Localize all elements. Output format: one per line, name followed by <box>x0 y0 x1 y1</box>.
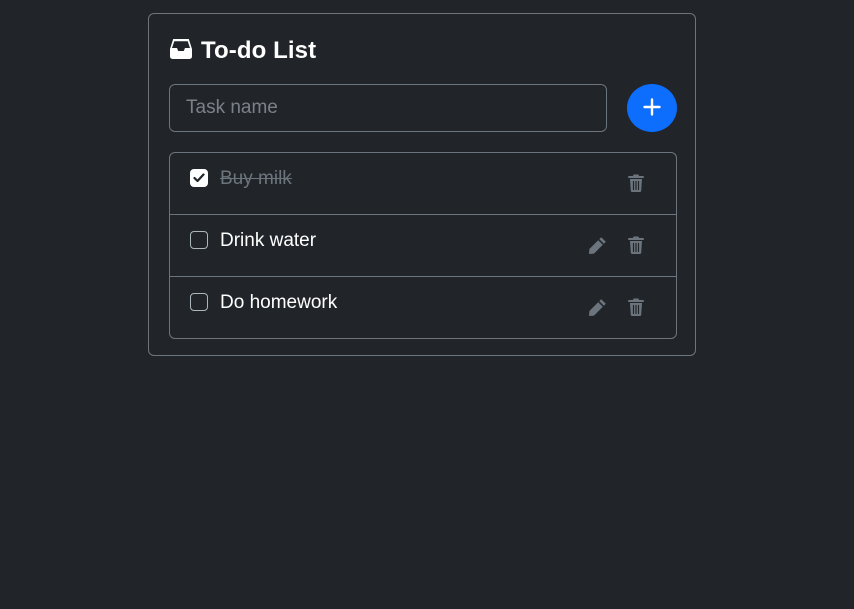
edit-task-button[interactable] <box>586 233 608 257</box>
trash-icon <box>628 298 644 316</box>
pencil-icon <box>588 298 606 316</box>
trash-icon <box>628 236 644 254</box>
task-name-input[interactable] <box>169 84 607 132</box>
delete-task-button[interactable] <box>625 171 647 195</box>
task-list: Buy milk Drink water Do homework <box>169 152 677 339</box>
edit-task-button[interactable] <box>586 295 608 319</box>
task-item: Drink water <box>170 214 676 276</box>
task-label: Drink water <box>220 230 317 251</box>
todo-card: To-do List Buy milk <box>148 13 696 356</box>
add-task-button[interactable] <box>627 84 677 132</box>
delete-task-button[interactable] <box>625 233 647 257</box>
trash-icon <box>628 174 644 192</box>
card-header: To-do List <box>169 36 316 66</box>
delete-task-button[interactable] <box>625 295 647 319</box>
task-label: Do homework <box>220 292 338 313</box>
pencil-icon <box>588 236 606 254</box>
page-title: To-do List <box>201 37 317 64</box>
task-label: Buy milk <box>220 168 292 189</box>
check-icon <box>193 173 205 183</box>
task-checkbox[interactable] <box>190 169 208 187</box>
task-item: Do homework <box>170 276 676 338</box>
task-checkbox[interactable] <box>190 231 208 249</box>
plus-icon <box>643 97 661 119</box>
task-checkbox[interactable] <box>190 293 208 311</box>
task-item: Buy milk <box>170 153 676 214</box>
inbox-tray-icon <box>169 38 193 65</box>
